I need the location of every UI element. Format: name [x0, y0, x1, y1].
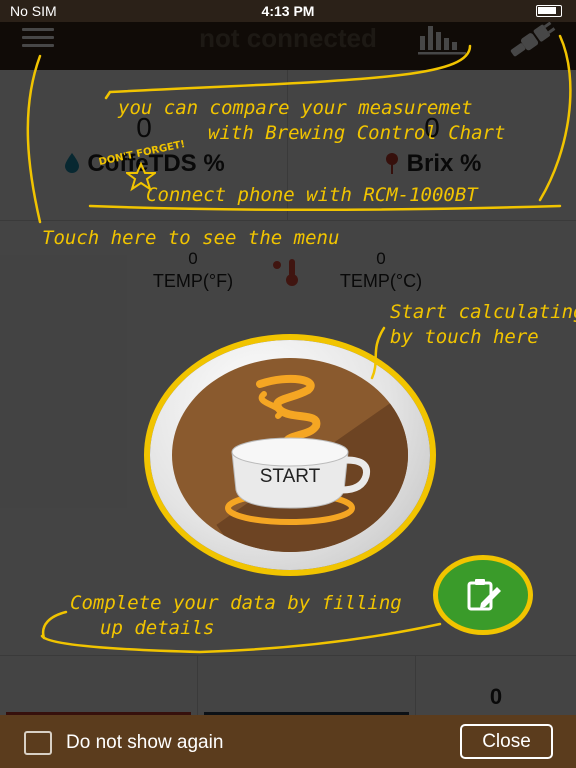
start-button[interactable]: START — [140, 340, 440, 572]
detail-cell-3[interactable]: 0 — [416, 656, 576, 716]
detail-cell-2[interactable] — [198, 656, 416, 716]
bar-chart-icon[interactable] — [414, 22, 470, 56]
plug-icon[interactable] — [504, 22, 560, 58]
do-not-show-label[interactable]: Do not show again — [66, 732, 223, 754]
close-button[interactable]: Close — [460, 724, 553, 759]
tds-cell[interactable]: 0 CoffeTDS % — [0, 70, 288, 220]
tds-label-row: CoffeTDS % — [0, 150, 288, 178]
lollipop-icon — [385, 153, 398, 174]
thermometer-icon — [273, 259, 298, 286]
detail-value: 0 — [489, 684, 503, 709]
connection-status-title: not connected — [199, 23, 377, 53]
temp-f-value: 0 — [188, 249, 198, 268]
brix-label-row: Brix % — [288, 150, 576, 178]
clock: 4:13 PM — [261, 3, 315, 19]
status-bar: No SIM 4:13 PM — [0, 0, 576, 22]
detail-cell-1[interactable] — [0, 656, 198, 716]
brix-cell[interactable]: 0 Brix % — [288, 70, 576, 220]
details-row: 0 — [0, 655, 576, 716]
temp-f-label: TEMP(°F) — [152, 271, 234, 291]
temp-c-value: 0 — [376, 249, 386, 268]
temperature-row: 0 TEMP(°F) 0 TEMP(°C) — [0, 220, 576, 310]
tutorial-footer: Do not show again Close — [0, 715, 576, 768]
temp-fahrenheit: 0 TEMP(°F) — [118, 249, 268, 292]
brix-label: Brix % — [406, 150, 482, 177]
navbar: not connected — [0, 22, 576, 70]
coffee-cup-icon — [225, 374, 371, 525]
do-not-show-checkbox[interactable] — [24, 731, 52, 755]
tds-label: CoffeTDS % — [87, 150, 225, 177]
brix-value: 0 — [424, 112, 440, 143]
battery-icon — [536, 5, 562, 17]
water-drop-icon — [65, 153, 80, 173]
temp-c-label: TEMP(°C) — [339, 271, 423, 291]
tds-value: 0 — [136, 112, 152, 143]
measurement-grid: 0 CoffeTDS % 0 Brix % — [0, 70, 576, 220]
clipboard-edit-icon — [467, 579, 501, 611]
temp-celsius: 0 TEMP(°C) — [306, 249, 456, 292]
start-label: START — [259, 466, 321, 487]
hamburger-icon[interactable] — [22, 28, 54, 48]
fill-details-button[interactable] — [438, 560, 528, 630]
